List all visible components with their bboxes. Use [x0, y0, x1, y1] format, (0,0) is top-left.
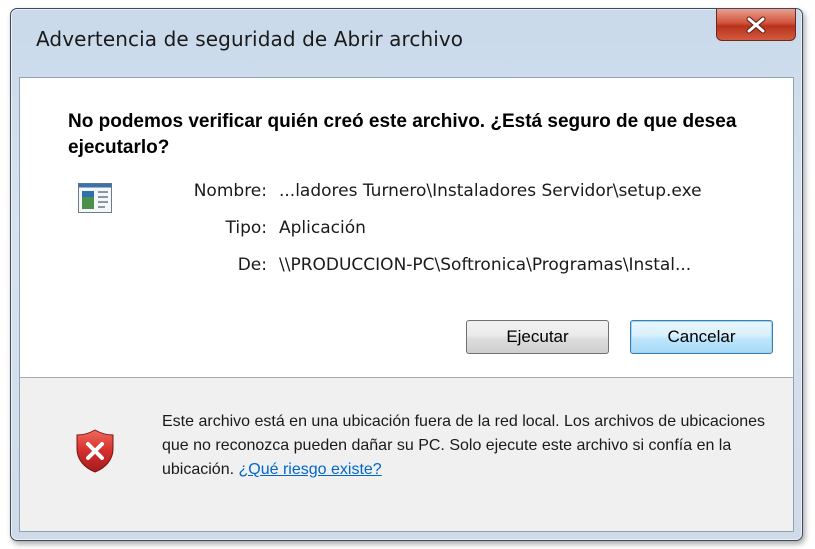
type-value: Aplicación	[279, 218, 366, 238]
field-row-from: De: \\PRODUCCION-PC\Softronica\Programas…	[20, 255, 795, 279]
from-label: De:	[237, 255, 267, 275]
warning-message: Este archivo está en una ubicación fuera…	[162, 410, 782, 482]
risk-help-link[interactable]: ¿Qué riesgo existe?	[239, 461, 382, 478]
name-value: ...ladores Turnero\Instaladores Servidor…	[279, 181, 702, 201]
name-label: Nombre:	[193, 181, 267, 201]
dialog-content: No podemos verificar quién creó este arc…	[19, 77, 794, 532]
shield-error-icon	[76, 429, 114, 473]
warning-footer: Este archivo está en una ubicación fuera…	[20, 378, 793, 531]
title-bar[interactable]: Advertencia de seguridad de Abrir archiv…	[11, 9, 802, 69]
cancel-button[interactable]: Cancelar	[630, 320, 773, 354]
from-value: \\PRODUCCION-PC\Softronica\Programas\Ins…	[279, 255, 692, 275]
close-icon	[745, 16, 767, 34]
field-row-name: Nombre: ...ladores Turnero\Instaladores …	[20, 181, 795, 205]
close-button[interactable]	[716, 9, 796, 41]
type-label: Tipo:	[225, 218, 267, 238]
security-warning-dialog: Advertencia de seguridad de Abrir archiv…	[10, 8, 803, 541]
dialog-heading: No podemos verificar quién creó este arc…	[68, 111, 737, 158]
field-row-type: Tipo: Aplicación	[20, 218, 795, 242]
window-title: Advertencia de seguridad de Abrir archiv…	[36, 27, 464, 51]
run-button[interactable]: Ejecutar	[466, 320, 609, 354]
